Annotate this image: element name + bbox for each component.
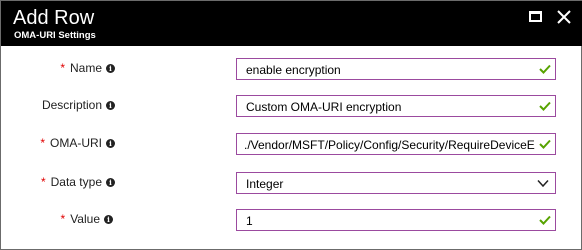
info-icon[interactable]: i <box>104 214 113 224</box>
value-label-text: Value <box>70 212 100 226</box>
data-type-label-text: Data type <box>50 175 102 189</box>
oma-uri-row: * OMA-URI i ./Vendor/MSFT/Policy/Config/… <box>1 133 582 155</box>
required-asterisk: * <box>40 136 45 150</box>
required-asterisk: * <box>60 212 66 226</box>
value-row: * Value i 1 <box>1 209 582 231</box>
name-label: * Name i <box>60 61 115 75</box>
blade-header: Add Row OMA-URI Settings <box>1 1 582 46</box>
info-icon[interactable]: i <box>106 138 115 148</box>
check-icon <box>539 139 551 149</box>
data-type-row: * Data type i Integer <box>1 172 582 194</box>
oma-uri-field[interactable]: ./Vendor/MSFT/Policy/Config/Security/Req… <box>236 133 556 155</box>
required-asterisk: * <box>60 61 65 75</box>
description-row: Description i Custom OMA-URI encryption <box>1 95 582 117</box>
description-value: Custom OMA-URI encryption <box>246 100 402 114</box>
chevron-down-icon <box>537 179 549 188</box>
oma-uri-label-text: OMA-URI <box>50 136 102 150</box>
check-icon <box>539 101 551 111</box>
add-row-blade: Add Row OMA-URI Settings * Name i enable… <box>0 0 582 250</box>
info-icon[interactable]: i <box>106 177 115 187</box>
close-icon <box>557 10 571 24</box>
description-label: Description i <box>42 98 115 112</box>
name-value: enable encryption <box>246 63 341 77</box>
data-type-label: * Data type i <box>41 175 115 189</box>
check-icon <box>539 64 551 74</box>
name-label-text: Name <box>69 61 102 75</box>
oma-uri-value: ./Vendor/MSFT/Policy/Config/Security/Req… <box>244 138 535 152</box>
data-type-value: Integer <box>246 177 284 191</box>
name-row: * Name i enable encryption <box>1 58 582 80</box>
check-icon <box>539 215 551 225</box>
name-field[interactable]: enable encryption <box>236 58 556 80</box>
info-icon[interactable]: i <box>106 100 115 110</box>
data-type-select[interactable]: Integer <box>236 172 556 194</box>
blade-subtitle: OMA-URI Settings <box>14 30 96 41</box>
maximize-icon <box>529 11 542 22</box>
close-button[interactable] <box>556 9 572 25</box>
value-label: * Value i <box>61 212 113 226</box>
description-field[interactable]: Custom OMA-URI encryption <box>236 95 556 117</box>
required-asterisk: * <box>40 175 46 189</box>
blade-title: Add Row <box>13 7 95 29</box>
oma-uri-label: * OMA-URI i <box>40 136 115 150</box>
value-field[interactable]: 1 <box>236 209 556 231</box>
maximize-button[interactable] <box>528 9 544 25</box>
value-value: 1 <box>246 214 253 228</box>
description-label-text: Description <box>41 98 102 112</box>
info-icon[interactable]: i <box>106 63 115 73</box>
